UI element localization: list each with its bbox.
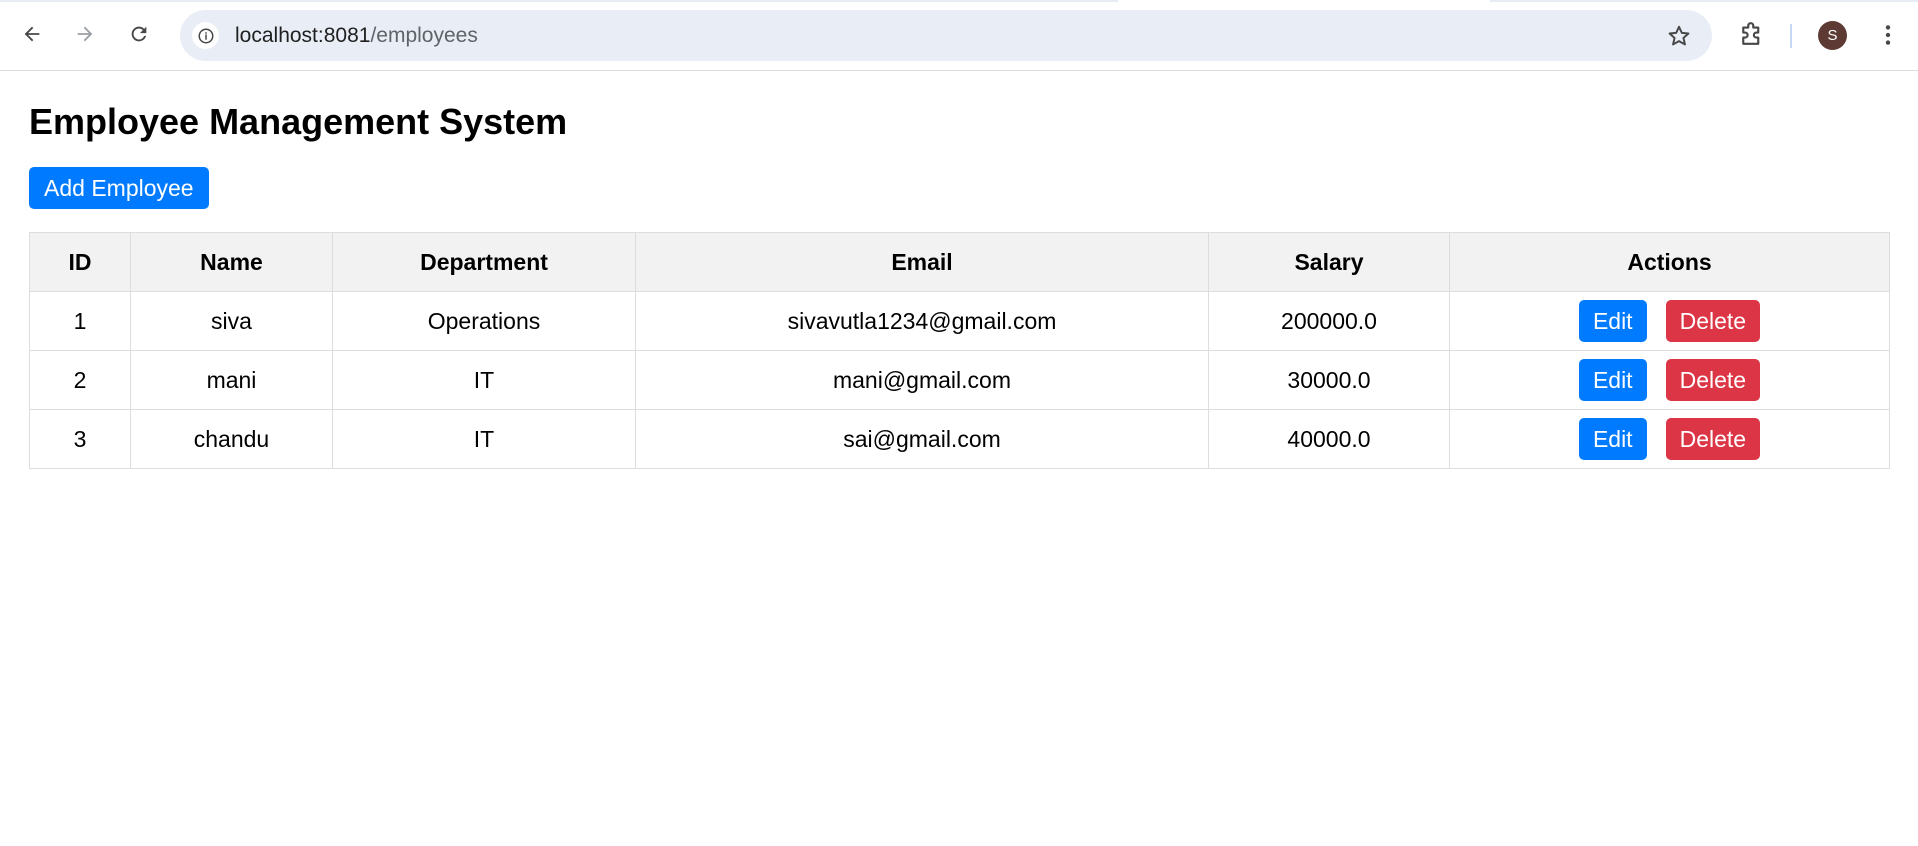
extensions-puzzle-icon <box>1742 22 1760 45</box>
url-path: /employees <box>370 24 478 47</box>
cell-salary: 30000.0 <box>1208 350 1450 410</box>
page-content: Employee Management System Add Employee … <box>0 71 1918 846</box>
back-arrow-icon <box>24 26 40 42</box>
profile-avatar[interactable]: S <box>1818 21 1847 50</box>
site-info-button[interactable] <box>192 22 219 49</box>
cell-department: IT <box>332 350 636 410</box>
delete-button[interactable]: Delete <box>1665 418 1761 460</box>
cell-actions: Edit Delete <box>1449 350 1890 410</box>
header-id: ID <box>29 232 131 292</box>
extensions-button[interactable] <box>1737 20 1767 50</box>
edit-button[interactable]: Edit <box>1578 359 1647 401</box>
header-salary: Salary <box>1208 232 1450 292</box>
cell-id: 3 <box>29 409 131 469</box>
delete-button[interactable]: Delete <box>1665 300 1761 342</box>
cell-id: 1 <box>29 291 131 351</box>
site-info-icon <box>198 28 213 43</box>
cell-salary: 40000.0 <box>1208 409 1450 469</box>
browser-menu-button[interactable] <box>1873 20 1903 50</box>
cell-actions: Edit Delete <box>1449 409 1890 469</box>
header-name: Name <box>130 232 333 292</box>
add-employee-button[interactable]: Add Employee <box>29 167 209 209</box>
bookmark-star-icon <box>1668 25 1690 46</box>
edit-button[interactable]: Edit <box>1578 418 1647 460</box>
edit-button[interactable]: Edit <box>1578 300 1647 342</box>
forward-arrow-icon <box>77 26 93 42</box>
cell-id: 2 <box>29 350 131 410</box>
page-title: Employee Management System <box>29 101 568 142</box>
cell-email: mani@gmail.com <box>635 350 1209 410</box>
url-host: localhost:8081 <box>235 24 371 47</box>
header-actions: Actions <box>1449 232 1890 292</box>
header-department: Department <box>332 232 636 292</box>
kebab-menu-icon <box>1885 25 1891 45</box>
url-text[interactable]: localhost:8081/employees <box>235 24 478 48</box>
tab-strip-edge <box>0 0 1918 2</box>
cell-email: sivavutla1234@gmail.com <box>635 291 1209 351</box>
table-row: 3 chandu IT sai@gmail.com 40000.0 Edit De… <box>29 409 1890 469</box>
browser-toolbar: localhost:8081/employees S <box>0 0 1918 71</box>
cell-salary: 200000.0 <box>1208 291 1450 351</box>
forward-button[interactable] <box>67 16 103 52</box>
table-header-row: ID Name Department Email Salary Actions <box>29 232 1890 292</box>
cell-name: siva <box>130 291 333 351</box>
employee-table: ID Name Department Email Salary Actions … <box>29 232 1890 469</box>
table-row: 2 mani IT mani@gmail.com 30000.0 Edit Del… <box>29 350 1890 410</box>
delete-button[interactable]: Delete <box>1665 359 1761 401</box>
toolbar-divider <box>1790 24 1792 48</box>
reload-icon <box>131 26 147 42</box>
cell-email: sai@gmail.com <box>635 409 1209 469</box>
address-bar[interactable]: localhost:8081/employees <box>180 10 1712 61</box>
cell-department: IT <box>332 409 636 469</box>
table-row: 1 siva Operations sivavutla1234@gmail.co… <box>29 291 1890 351</box>
header-email: Email <box>635 232 1209 292</box>
cell-name: chandu <box>130 409 333 469</box>
cell-name: mani <box>130 350 333 410</box>
bookmark-button[interactable] <box>1666 23 1692 49</box>
reload-button[interactable] <box>121 16 157 52</box>
cell-actions: Edit Delete <box>1449 291 1890 351</box>
back-button[interactable] <box>14 16 50 52</box>
cell-department: Operations <box>332 291 636 351</box>
